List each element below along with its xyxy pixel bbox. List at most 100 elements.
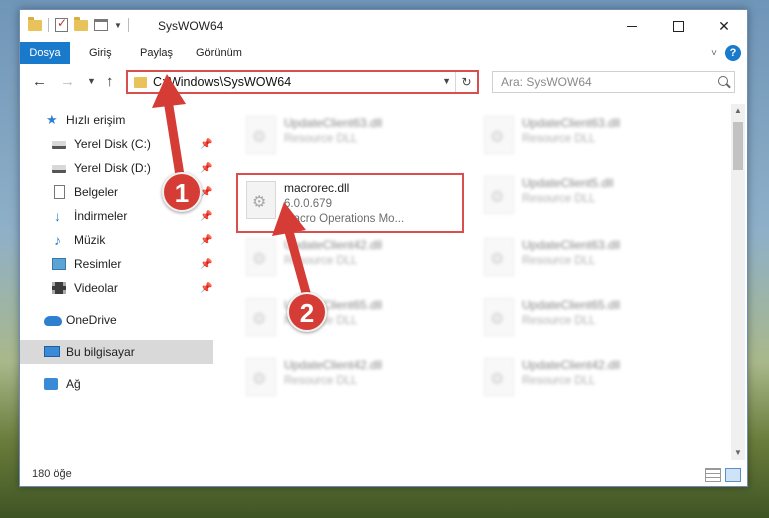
tab-view[interactable]: Görünüm xyxy=(196,42,242,64)
chevron-down-icon[interactable]: ▼ xyxy=(114,21,122,30)
title-bar: ▼ SysWOW64 ✕ xyxy=(20,10,747,42)
view-switcher xyxy=(705,468,741,482)
pin-icon[interactable]: 📌 xyxy=(200,211,212,222)
details-view-icon[interactable] xyxy=(705,468,721,482)
file-type: Resource DLL xyxy=(522,315,596,327)
file-item[interactable]: UpdateClient42.dll Resource DLL xyxy=(476,352,704,402)
file-item[interactable]: UpdateClient63.dll Resource DLL xyxy=(476,110,704,160)
search-placeholder: Ara: SysWOW64 xyxy=(501,75,592,89)
up-arrow-icon[interactable]: ↑ xyxy=(106,73,114,90)
recent-locations-chevron-icon[interactable]: ▼ xyxy=(87,76,96,86)
file-name: UpdateClient42.dll xyxy=(522,358,621,372)
help-icon[interactable]: ? xyxy=(725,45,741,61)
window-controls: ✕ xyxy=(609,10,747,42)
file-type: Resource DLL xyxy=(522,375,596,387)
callout-badge-2: 2 xyxy=(287,292,327,332)
tab-home[interactable]: Giriş xyxy=(89,42,112,64)
document-icon xyxy=(54,185,65,199)
dll-file-icon xyxy=(484,176,514,214)
file-type: Resource DLL xyxy=(522,255,596,267)
dll-file-icon xyxy=(484,238,514,276)
drive-icon xyxy=(52,141,66,149)
pin-icon[interactable]: 📌 xyxy=(200,259,212,270)
customize-icon[interactable] xyxy=(94,19,108,31)
vertical-scrollbar[interactable]: ▲ ▼ xyxy=(731,104,745,460)
music-icon: ♪ xyxy=(54,232,61,248)
pin-icon[interactable]: 📌 xyxy=(200,235,212,246)
forward-arrow-icon[interactable]: → xyxy=(60,73,75,90)
callout-badge-1: 1 xyxy=(162,172,202,212)
toolbar-divider xyxy=(48,18,49,32)
video-icon xyxy=(52,282,66,294)
sidebar-item-this-pc[interactable]: Bu bilgisayar xyxy=(20,340,213,364)
sidebar-item-pictures[interactable]: Resimler 📌 xyxy=(20,252,213,276)
refresh-button[interactable]: ↻ xyxy=(455,72,477,92)
sidebar-item-label: Yerel Disk (D:) xyxy=(74,161,151,175)
toolbar-divider xyxy=(127,18,129,32)
sidebar-item-label: Ağ xyxy=(66,377,81,391)
tiles-view-icon[interactable] xyxy=(725,468,741,482)
sidebar-item-label: İndirmeler xyxy=(74,209,128,223)
ribbon-right-controls: ˅ ? xyxy=(711,45,741,61)
pictures-icon xyxy=(52,258,66,270)
back-arrow-icon[interactable]: ← xyxy=(32,73,47,90)
pin-icon[interactable]: 📌 xyxy=(200,283,212,294)
sidebar-item-network[interactable]: Ağ xyxy=(20,372,213,396)
file-name: UpdateClient5.dll xyxy=(522,176,614,190)
tab-share[interactable]: Paylaş xyxy=(140,42,173,64)
sidebar-item-label: Hızlı erişim xyxy=(66,113,126,127)
status-bar: 180 öğe xyxy=(20,464,747,486)
new-folder-icon[interactable] xyxy=(74,16,88,31)
file-type: Resource DLL xyxy=(522,133,596,145)
maximize-button[interactable] xyxy=(655,10,701,42)
sidebar-item-label: Bu bilgisayar xyxy=(66,345,135,359)
ribbon-tabs: Dosya Giriş Paylaş Görünüm ˅ ? xyxy=(20,42,747,64)
sidebar-item-label: Müzik xyxy=(74,233,106,247)
file-name: UpdateClient63.dll xyxy=(522,238,621,252)
file-item[interactable]: UpdateClient63.dll Resource DLL xyxy=(476,232,704,282)
search-icon xyxy=(718,76,728,86)
expand-ribbon-chevron-icon[interactable]: ˅ xyxy=(711,48,717,59)
folder-icon[interactable] xyxy=(28,16,42,31)
file-item[interactable]: UpdateClient65.dll Resource DLL xyxy=(476,292,704,342)
file-name: UpdateClient65.dll xyxy=(522,298,621,312)
computer-icon xyxy=(44,346,60,357)
sidebar-item-label: OneDrive xyxy=(66,313,117,327)
window-title: SysWOW64 xyxy=(158,19,224,33)
file-item[interactable]: UpdateClient63.dll Resource DLL xyxy=(238,110,466,160)
cloud-icon xyxy=(44,316,62,326)
sidebar-item-videos[interactable]: Videolar 📌 xyxy=(20,276,213,300)
scroll-up-icon[interactable]: ▲ xyxy=(731,104,745,118)
network-icon xyxy=(44,378,58,390)
dll-file-icon xyxy=(246,116,276,154)
scroll-down-icon[interactable]: ▼ xyxy=(731,446,745,460)
folder-icon xyxy=(134,77,147,88)
file-name: UpdateClient42.dll xyxy=(284,358,383,372)
sidebar-item-onedrive[interactable]: OneDrive xyxy=(20,308,213,332)
sidebar-item-music[interactable]: ♪ Müzik 📌 xyxy=(20,228,213,252)
item-count: 180 öğe xyxy=(32,468,72,480)
address-dropdown-icon[interactable]: ▼ xyxy=(442,76,451,86)
scrollbar-thumb[interactable] xyxy=(733,122,743,170)
file-type: Resource DLL xyxy=(522,193,596,205)
tab-file[interactable]: Dosya xyxy=(20,42,70,64)
sidebar-item-label: Videolar xyxy=(74,281,118,295)
properties-check-icon[interactable] xyxy=(55,16,68,32)
file-name: UpdateClient63.dll xyxy=(522,116,621,130)
quick-access-toolbar: ▼ xyxy=(28,16,129,32)
sidebar-item-label: Belgeler xyxy=(74,185,119,199)
sidebar-item-label: Yerel Disk (C:) xyxy=(74,137,151,151)
explorer-window: ▼ SysWOW64 ✕ Dosya Giriş Paylaş Görünüm … xyxy=(19,9,748,487)
file-name: macrorec.dll xyxy=(284,181,350,195)
file-item[interactable]: UpdateClient42.dll Resource DLL xyxy=(238,352,466,402)
dll-file-icon xyxy=(484,358,514,396)
dll-file-icon xyxy=(484,116,514,154)
minimize-button[interactable] xyxy=(609,10,655,42)
address-row: ← → ▼ ↑ C:\Windows\SysWOW64 ▼ ↻ Ara: Sys… xyxy=(20,68,747,96)
file-type: Resource DLL xyxy=(284,133,358,145)
close-button[interactable]: ✕ xyxy=(701,10,747,42)
dll-file-icon xyxy=(484,298,514,336)
file-item[interactable]: UpdateClient5.dll Resource DLL xyxy=(476,170,704,220)
download-icon: ↓ xyxy=(54,208,61,224)
search-input[interactable]: Ara: SysWOW64 xyxy=(492,71,735,93)
